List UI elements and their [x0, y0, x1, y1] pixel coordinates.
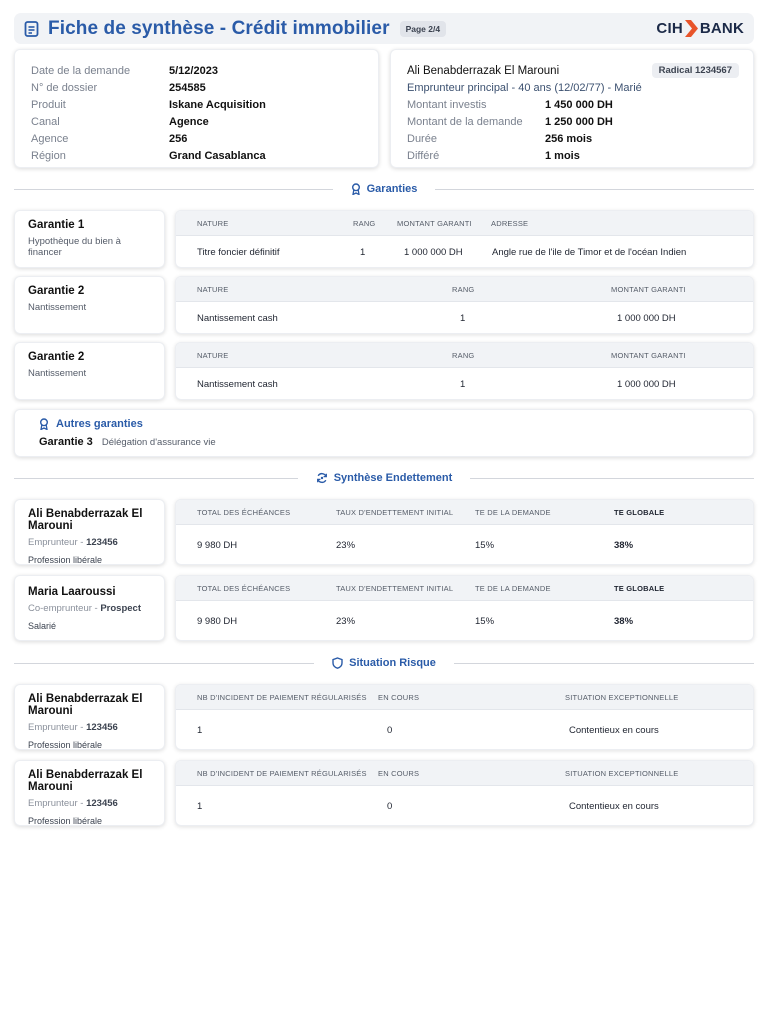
autres-garanties-row: Garantie 3 Délégation d'assurance vie	[39, 436, 216, 448]
info-row-region: Région Grand Casablanca	[31, 149, 266, 162]
info-row-montant-investis: Montant investis 1 450 000 DH	[407, 98, 613, 111]
divider-line	[14, 662, 315, 664]
refresh-icon	[316, 472, 327, 484]
logo-text-right: BANK	[699, 20, 744, 37]
client-info-card: Ali Benabderrazak El Marouni Radical 123…	[390, 49, 754, 168]
table-row: 9 980 DH 23% 15% 38%	[197, 540, 634, 551]
cih-bank-logo: CIH BANK	[656, 20, 744, 37]
endettement-table: TOTAL DES ÉCHÉANCES TAUX D'ENDETTEMENT I…	[175, 575, 754, 641]
page-number-badge: Page 2/4	[399, 20, 447, 37]
borrower-card: Ali Benabderrazak El Marouni Emprunteur …	[14, 499, 165, 565]
garantie-table: NATURE RANG MONTANT GARANTI Nantissement…	[175, 276, 754, 334]
logo-chevron-icon	[684, 20, 698, 37]
shield-icon	[332, 657, 343, 669]
logo-text-left: CIH	[656, 20, 683, 37]
info-row-differe: Différé 1 mois	[407, 149, 580, 162]
table-header: TOTAL DES ÉCHÉANCES TAUX D'ENDETTEMENT I…	[176, 500, 753, 525]
divider-line	[435, 188, 754, 190]
table-header: TOTAL DES ÉCHÉANCES TAUX D'ENDETTEMENT I…	[176, 576, 753, 601]
table-header: NATURE RANG MONTANT GARANTI ADRESSE	[176, 211, 753, 236]
table-header: NATURE RANG MONTANT GARANTI	[176, 277, 753, 302]
garantie-card: Garantie 2 Nantissement	[14, 276, 165, 334]
section-risque: Situation Risque	[14, 656, 754, 670]
page-title: Fiche de synthèse - Crédit immobilier	[48, 17, 390, 39]
divider-line	[14, 477, 298, 479]
table-row: 1 0 Contentieux en cours	[197, 801, 659, 812]
table-row: Titre foncier définitif 1 1 000 000 DH A…	[197, 247, 687, 258]
garantie-card: Garantie 2 Nantissement	[14, 342, 165, 400]
section-label: Situation Risque	[314, 657, 454, 669]
client-subtitle: Emprunteur principal - 40 ans (12/02/77)…	[407, 81, 642, 94]
risque-table: NB D'INCIDENT DE PAIEMENT RÉGULARISÉS EN…	[175, 760, 754, 826]
section-label: Synthèse Endettement	[298, 472, 471, 484]
autres-garanties-card: Autres garanties Garantie 3 Délégation d…	[14, 409, 754, 457]
risque-table: NB D'INCIDENT DE PAIEMENT RÉGULARISÉS EN…	[175, 684, 754, 750]
table-header: NATURE RANG MONTANT GARANTI	[176, 343, 753, 368]
borrower-card: Maria Laaroussi Co-emprunteur - Prospect…	[14, 575, 165, 641]
divider-line	[470, 477, 754, 479]
table-header: NB D'INCIDENT DE PAIEMENT RÉGULARISÉS EN…	[176, 685, 753, 710]
dossier-info-card: Date de la demande 5/12/2023 N° de dossie…	[14, 49, 379, 168]
garantie-table: NATURE RANG MONTANT GARANTI ADRESSE Titr…	[175, 210, 754, 268]
info-row-produit: Produit Iskane Acquisition	[31, 98, 266, 111]
info-row-duree: Durée 256 mois	[407, 132, 593, 145]
info-row-canal: Canal Agence	[31, 115, 209, 128]
borrower-card: Ali Benabderrazak El Marouni Emprunteur …	[14, 760, 165, 826]
document-icon	[24, 20, 39, 37]
garantie-table: NATURE RANG MONTANT GARANTI Nantissement…	[175, 342, 754, 400]
info-row-montant-demande: Montant de la demande 1 250 000 DH	[407, 115, 613, 128]
autres-garanties-title: Autres garanties	[39, 418, 741, 430]
page-header: Fiche de synthèse - Crédit immobilier Pa…	[14, 13, 754, 44]
section-label: Garanties	[333, 183, 436, 195]
info-row-agence: Agence 256	[31, 132, 188, 145]
info-row-dossier: N° de dossier 254585	[31, 81, 206, 94]
table-row: 1 0 Contentieux en cours	[197, 725, 659, 736]
table-header: NB D'INCIDENT DE PAIEMENT RÉGULARISÉS EN…	[176, 761, 753, 786]
table-row: Nantissement cash 1 1 000 000 DH	[197, 379, 676, 390]
award-icon	[40, 418, 48, 430]
section-garanties: Garanties	[14, 182, 754, 196]
borrower-card: Ali Benabderrazak El Marouni Emprunteur …	[14, 684, 165, 750]
section-endettement: Synthèse Endettement	[14, 471, 754, 485]
client-name: Ali Benabderrazak El Marouni Radical 123…	[407, 62, 739, 79]
endettement-table: TOTAL DES ÉCHÉANCES TAUX D'ENDETTEMENT I…	[175, 499, 754, 565]
radical-badge: Radical 1234567	[651, 63, 739, 78]
table-row: Nantissement cash 1 1 000 000 DH	[197, 313, 676, 324]
divider-line	[453, 662, 754, 664]
info-row-date: Date de la demande 5/12/2023	[31, 64, 218, 77]
divider-line	[14, 188, 333, 190]
award-icon	[351, 183, 360, 195]
garantie-card: Garantie 1 Hypothèque du bien à financer	[14, 210, 165, 268]
table-row: 9 980 DH 23% 15% 38%	[197, 616, 634, 627]
